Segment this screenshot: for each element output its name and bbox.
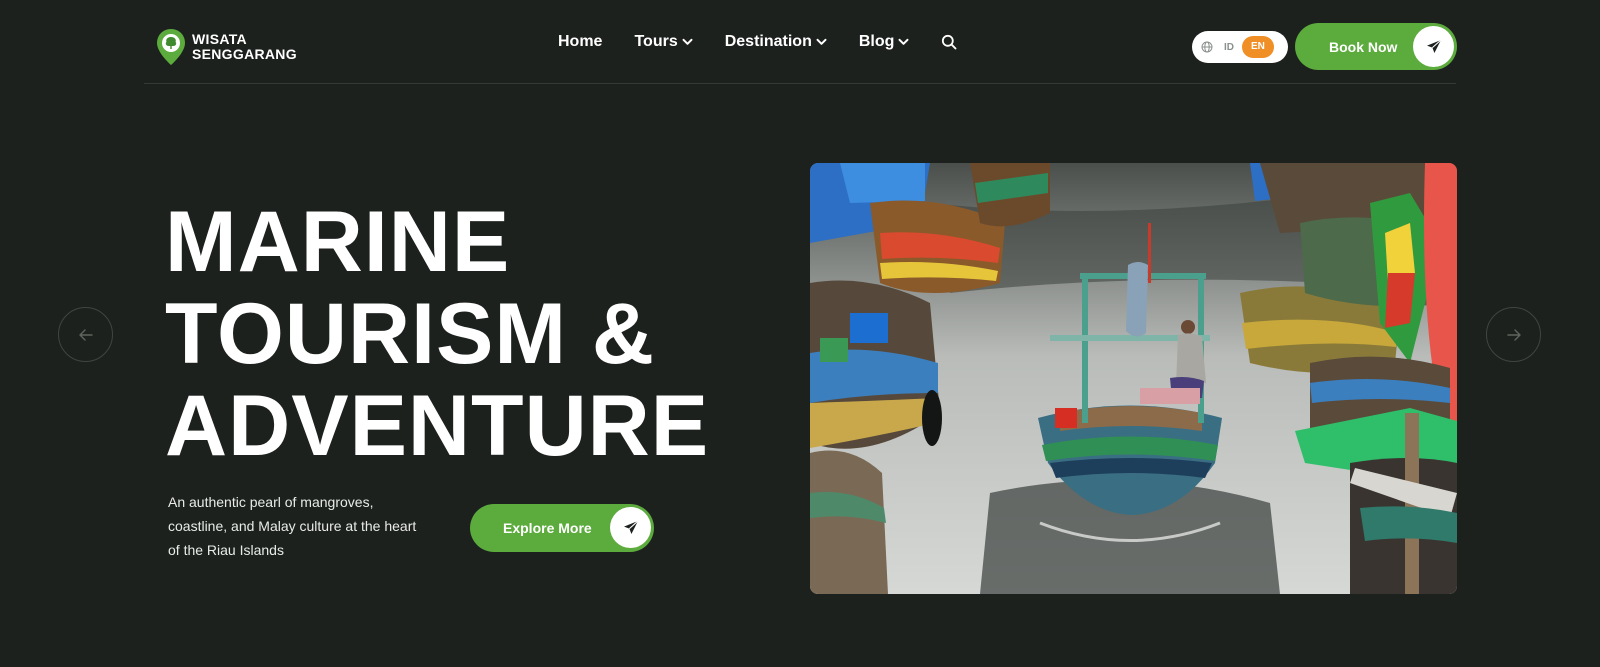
nav-item-destination[interactable]: Destination (725, 33, 827, 51)
arrow-right-icon (1506, 328, 1521, 341)
book-now-button[interactable]: Book Now (1295, 23, 1457, 70)
chevron-down-icon (682, 38, 693, 45)
arrow-left-icon (78, 328, 93, 341)
hero-image (810, 163, 1457, 594)
language-option-en[interactable]: EN (1242, 36, 1274, 58)
search-icon (942, 34, 957, 50)
nav-item-home[interactable]: Home (558, 33, 602, 51)
fishing-boats-canal-photo (810, 163, 1457, 594)
chevron-down-icon (898, 38, 909, 45)
language-option-id[interactable]: ID (1224, 42, 1234, 53)
globe-icon (1201, 41, 1213, 53)
hero-description: An authentic pearl of mangroves, coastli… (168, 494, 417, 558)
explore-more-icon-circle (610, 507, 651, 548)
nav-item-label: Destination (724, 33, 812, 50)
brand-line-1: WISATA (192, 31, 247, 47)
hero-title: MARINE TOURISM & ADVENTURE (165, 196, 725, 472)
hero-title-line-1: MARINE (165, 194, 511, 290)
explore-more-label: Explore More (503, 520, 592, 536)
brand-line-2: SENGGARANG (192, 46, 297, 62)
site-header: WISATA SENGGARANG Home Tours Destination… (144, 0, 1457, 84)
hero-title-line-2: TOURISM & (165, 286, 655, 382)
nav-item-label: Tours (634, 33, 678, 50)
main-nav: Home Tours Destination Blog (558, 33, 957, 51)
hero-title-line-3: ADVENTURE (165, 378, 710, 474)
brand-logo[interactable]: WISATA SENGGARANG (156, 28, 297, 66)
nav-item-tours[interactable]: Tours (634, 33, 693, 51)
slider-prev-button[interactable] (58, 307, 113, 362)
book-now-icon-circle (1413, 26, 1454, 67)
slider-next-button[interactable] (1486, 307, 1541, 362)
explore-more-button[interactable]: Explore More (470, 504, 654, 552)
map-pin-tree-icon (157, 29, 185, 65)
chevron-down-icon (816, 38, 827, 45)
nav-item-label: Home (558, 33, 603, 50)
brand-name: WISATA SENGGARANG (192, 32, 297, 62)
book-now-label: Book Now (1329, 38, 1398, 55)
nav-item-label: Blog (858, 33, 895, 50)
paper-plane-icon (1426, 39, 1441, 53)
search-button[interactable] (941, 34, 957, 50)
paper-plane-icon (623, 520, 638, 534)
nav-item-blog[interactable]: Blog (859, 33, 910, 51)
language-switcher: ID EN (1192, 31, 1288, 63)
